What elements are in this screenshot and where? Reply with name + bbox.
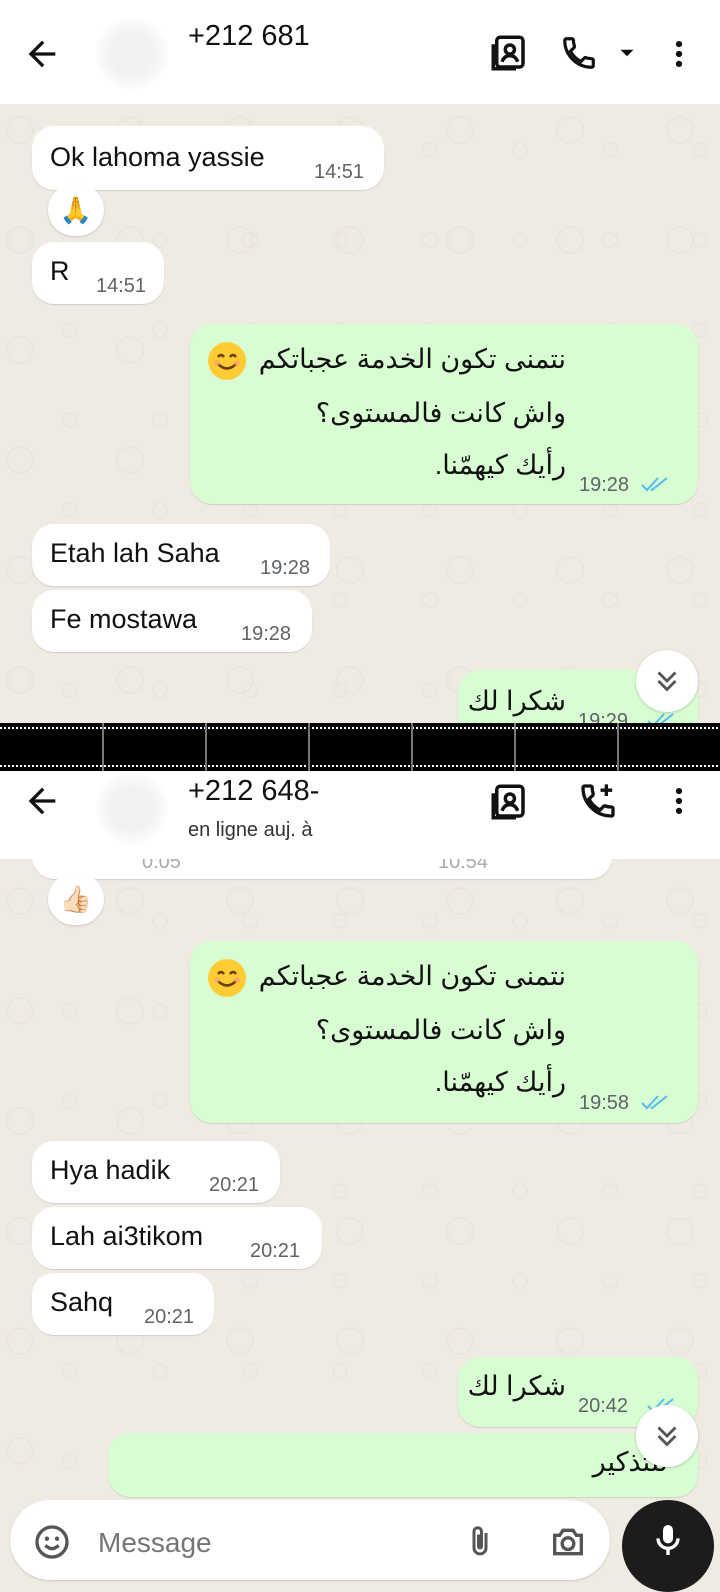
read-receipt-icon xyxy=(641,1095,668,1110)
message-input[interactable] xyxy=(96,1522,440,1564)
message-time: 20:21 xyxy=(144,1306,195,1328)
smiling-face-icon xyxy=(208,959,246,997)
bottom-chat-panel: +212 648- en ligne auj. à 0:05 10:54 👍🏻 … xyxy=(0,771,720,1544)
reaction-badge[interactable]: 🙏 xyxy=(48,184,104,236)
back-arrow-icon[interactable] xyxy=(22,781,62,821)
message-bubble-incoming[interactable]: Ok lahoma yassie 14:51 xyxy=(32,126,384,190)
double-chevron-down-icon xyxy=(657,1426,677,1447)
message-bubble-incoming[interactable]: Fe mostawa 19:28 xyxy=(32,590,312,652)
microphone-icon xyxy=(656,1525,680,1555)
message-bubble-incoming[interactable]: Sahq 20:21 xyxy=(32,1273,214,1335)
smiling-face-icon xyxy=(208,342,246,380)
attach-icon[interactable] xyxy=(462,1522,498,1562)
message-text: واش كانت فالمستوى؟ xyxy=(315,398,566,428)
message-text: نتمنى تكون الخدمة عجباتكم xyxy=(258,961,566,991)
read-receipt-icon xyxy=(647,713,674,723)
message-text: نتمنى تكون الخدمة عجباتكم xyxy=(258,344,566,374)
voice-message-button[interactable] xyxy=(622,1500,714,1592)
reaction-badge[interactable]: 👍🏻 xyxy=(48,873,104,925)
message-text: Etah lah Saha xyxy=(50,538,220,568)
more-options-icon[interactable] xyxy=(662,34,696,74)
contact-name[interactable]: +212 648- xyxy=(188,775,319,808)
message-text: Fe mostawa xyxy=(50,604,198,634)
message-time: 20:42 xyxy=(578,1395,629,1417)
scroll-down-button[interactable] xyxy=(636,1405,698,1467)
message-text: R xyxy=(50,256,70,286)
double-chevron-down-icon xyxy=(657,671,677,692)
message-bubble-outgoing[interactable]: نتمنى تكون الخدمة عجباتكم واش كانت فالمس… xyxy=(190,941,698,1123)
contact-card-icon[interactable] xyxy=(488,781,530,823)
message-time: 19:58 xyxy=(579,1092,630,1114)
chat-header: +212 681 xyxy=(0,0,720,104)
message-bubble-outgoing[interactable]: للتذكير xyxy=(108,1433,698,1497)
more-options-icon[interactable] xyxy=(662,781,696,821)
message-time: 20:21 xyxy=(209,1174,260,1196)
message-time: 19:28 xyxy=(579,474,630,496)
message-bubble-incoming[interactable]: Etah lah Saha 19:28 xyxy=(32,524,330,586)
top-chat-panel: +212 681 Ok lahoma yassie 14:51 🙏 R 14:5… xyxy=(0,0,720,723)
chat-header: +212 648- en ligne auj. à xyxy=(0,771,720,859)
message-text: رأيك كيهمّنا. xyxy=(434,450,566,480)
phone-call-icon[interactable] xyxy=(560,34,598,72)
last-seen-status: en ligne auj. à xyxy=(188,819,313,841)
message-time: 20:21 xyxy=(250,1240,301,1262)
message-text: Lah ai3tikom xyxy=(50,1221,204,1251)
message-bubble-incoming[interactable]: R 14:51 xyxy=(32,242,164,304)
back-arrow-icon[interactable] xyxy=(22,34,62,74)
scroll-down-button[interactable] xyxy=(636,650,698,712)
message-time: 19:28 xyxy=(260,557,311,579)
message-text: شكرا لك xyxy=(467,686,566,716)
message-text: Ok lahoma yassie xyxy=(50,142,265,172)
message-time: 19:28 xyxy=(241,623,292,645)
emoji-icon[interactable] xyxy=(32,1522,72,1562)
contact-avatar[interactable] xyxy=(96,18,168,90)
message-time: 19:29 xyxy=(578,710,629,723)
contact-card-icon[interactable] xyxy=(488,32,530,74)
screenshot-divider xyxy=(0,723,720,771)
message-text: شكرا لك xyxy=(467,1371,566,1401)
message-time: 14:51 xyxy=(314,161,365,183)
message-text-line: نتمنى تكون الخدمة عجباتكم xyxy=(259,344,566,375)
message-text: Sahq xyxy=(50,1287,114,1317)
call-dropdown-icon[interactable] xyxy=(614,40,640,66)
message-text: واش كانت فالمستوى؟ xyxy=(315,1015,566,1045)
camera-icon[interactable] xyxy=(548,1522,588,1562)
message-composer[interactable] xyxy=(10,1500,610,1580)
film-strip-perforations xyxy=(0,723,720,771)
contact-name[interactable]: +212 681 xyxy=(188,20,310,53)
contact-avatar[interactable] xyxy=(96,773,168,845)
read-receipt-icon xyxy=(641,477,668,492)
message-text: Hya hadik xyxy=(50,1155,171,1185)
add-call-icon[interactable] xyxy=(578,781,618,821)
message-bubble-outgoing[interactable]: نتمنى تكون الخدمة عجباتكم واش كانت فالمس… xyxy=(190,324,698,504)
message-text: رأيك كيهمّنا. xyxy=(434,1067,566,1097)
message-bubble-incoming[interactable]: Hya hadik 20:21 xyxy=(32,1141,280,1203)
message-bubble-incoming[interactable]: Lah ai3tikom 20:21 xyxy=(32,1207,322,1269)
message-time: 14:51 xyxy=(96,275,147,297)
